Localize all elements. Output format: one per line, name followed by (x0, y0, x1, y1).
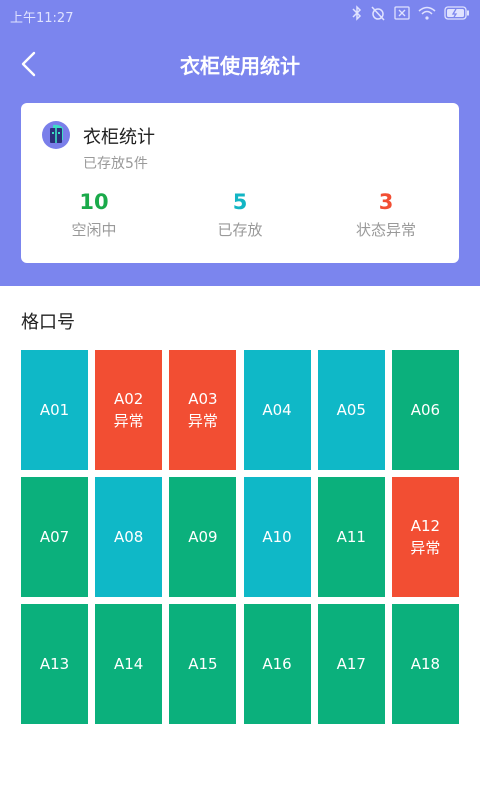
locker-cell[interactable]: A10 (243, 477, 311, 597)
locker-id: A07 (39, 528, 70, 546)
stats-card: 衣柜统计 已存放5件 10 空闲中 5 已存放 3 状态异常 (21, 103, 459, 263)
locker-note: 异常 (187, 412, 218, 430)
card-title: 衣柜统计 (83, 127, 155, 148)
locker-cell[interactable]: A16 (243, 604, 311, 724)
locker-cell[interactable]: A07 (21, 477, 88, 597)
stat-abnormal-label: 状态异常 (355, 221, 416, 239)
locker-cell[interactable]: A15 (169, 604, 237, 724)
page-title: 衣柜使用统计 (180, 54, 300, 78)
locker-id: A11 (336, 528, 366, 546)
locker-cell[interactable]: A08 (95, 477, 163, 597)
stat-abnormal: 3 状态异常 (313, 189, 459, 240)
locker-cell[interactable]: A06 (391, 350, 459, 470)
locker-cell[interactable]: A14 (95, 604, 163, 724)
stat-idle: 10 空闲中 (21, 189, 167, 240)
locker-cell[interactable]: A05 (317, 350, 385, 470)
locker-note: 异常 (113, 412, 144, 430)
locker-id: A17 (336, 655, 366, 673)
wardrobe-icon (42, 121, 70, 149)
locker-cell[interactable]: A01 (21, 350, 88, 470)
locker-cell[interactable]: A13 (21, 604, 88, 724)
locker-id: A05 (336, 401, 366, 419)
locker-id: A03 (188, 390, 218, 408)
battery-charging-icon (444, 6, 469, 20)
locker-id: A14 (114, 655, 144, 673)
locker-id: A06 (410, 401, 441, 419)
stat-idle-label: 空闲中 (71, 221, 117, 239)
locker-grid: A01 A02 异常 A03 异常 A04 A05 A06 A07 A08 A09 … (21, 350, 459, 724)
locker-id: A16 (262, 655, 292, 673)
locker-id: A12 (410, 517, 441, 535)
locker-id: A13 (39, 655, 70, 673)
stat-stored: 5 已存放 (167, 189, 313, 240)
locker-cell[interactable]: A09 (169, 477, 237, 597)
locker-cell[interactable]: A18 (391, 604, 459, 724)
status-icons (352, 5, 470, 21)
stat-stored-label: 已存放 (217, 221, 263, 239)
sim-disabled-icon (394, 6, 410, 20)
stat-stored-value: 5 (232, 190, 248, 214)
alarm-off-icon (371, 6, 385, 21)
locker-id: A10 (262, 528, 292, 546)
locker-id: A04 (262, 401, 292, 419)
status-time: 上午11:27 (10, 11, 74, 26)
locker-cell[interactable]: A02 异常 (95, 350, 163, 470)
stat-abnormal-value: 3 (378, 190, 394, 214)
locker-note: 异常 (410, 539, 441, 557)
locker-id: A01 (39, 401, 70, 419)
nav-bar: 衣柜使用统计 (0, 34, 480, 94)
locker-id: A09 (188, 528, 218, 546)
section-title: 格口号 (21, 312, 75, 333)
stat-idle-value: 10 (79, 190, 109, 214)
wifi-icon (418, 6, 436, 20)
locker-cell[interactable]: A17 (317, 604, 385, 724)
locker-id: A15 (188, 655, 218, 673)
status-bar: 上午11:27 (0, 0, 480, 30)
locker-id: A02 (114, 390, 144, 408)
locker-cell[interactable]: A04 (243, 350, 311, 470)
locker-cell[interactable]: A11 (317, 477, 385, 597)
bluetooth-icon (352, 5, 362, 21)
locker-cell[interactable]: A12 异常 (391, 477, 459, 597)
locker-cell[interactable]: A03 异常 (169, 350, 237, 470)
locker-id: A18 (410, 655, 441, 673)
locker-id: A08 (114, 528, 144, 546)
card-subtitle: 已存放5件 (83, 156, 148, 172)
